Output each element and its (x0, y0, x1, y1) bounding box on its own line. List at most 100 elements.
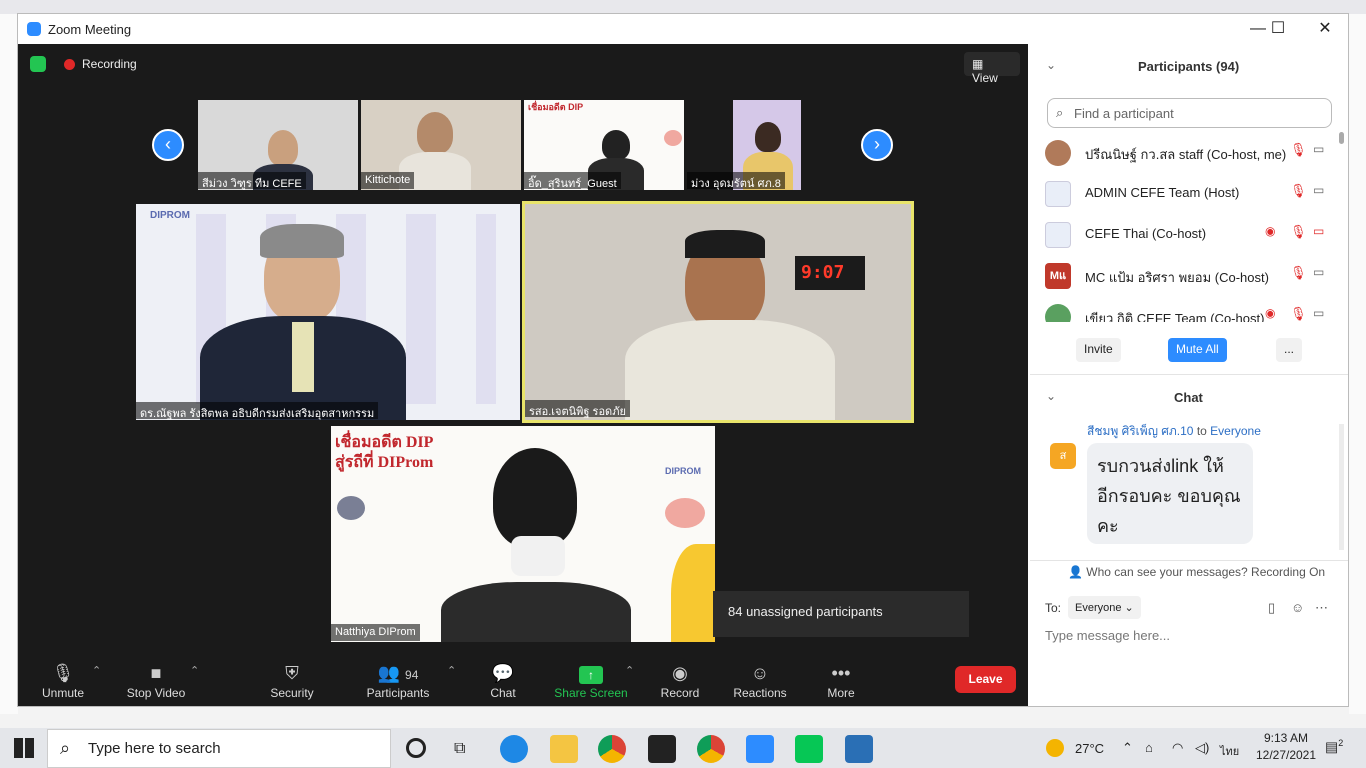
cortana-icon[interactable] (406, 738, 426, 758)
participants-button[interactable]: 👥 94 Participants (353, 660, 443, 700)
participants-more-button[interactable]: ... (1276, 338, 1303, 362)
participant-row[interactable]: ปรีณนิษฐ์ กว.สล staff (Co-host, me) 🎙 ▭ (1045, 138, 1335, 166)
banner-line2: สู่รถีที่ DIProm (335, 454, 434, 471)
close-button[interactable]: ✕ (1305, 18, 1345, 40)
clock-time[interactable]: 9:13 AM (1256, 731, 1316, 745)
record-button[interactable]: ◉ Record (635, 660, 725, 700)
video-camera-icon[interactable]: ▭ (1313, 183, 1324, 197)
background-window-left (0, 14, 18, 714)
volume-icon[interactable]: ◁) (1195, 740, 1209, 756)
participant-name-tag: Kittichote (361, 172, 415, 189)
gallery-tile[interactable]: Kittichote (361, 100, 521, 190)
video-camera-icon[interactable]: ▭ (1313, 142, 1324, 156)
network-icon[interactable]: ⌂ (1145, 740, 1153, 755)
participant-row[interactable]: Mแ MC แป้ม อริศรา พยอม (Co-host) 🎙 ▭ (1045, 261, 1335, 289)
share-options-caret[interactable]: ⌃ (625, 664, 634, 677)
mute-all-button[interactable]: Mute All (1168, 338, 1227, 362)
view-button[interactable]: ▦ View (964, 52, 1020, 85)
sticky-notes-icon[interactable] (648, 735, 676, 763)
security-button[interactable]: ⛨ Security (247, 660, 337, 700)
participant-name-tag: อิ๊ด_สุรินทร์_Guest (524, 172, 621, 190)
chat-visibility-notice[interactable]: 👤 Who can see your messages? Recording O… (1068, 565, 1325, 579)
recording-dot-icon (64, 59, 75, 70)
gallery-tile[interactable]: เชื่อมอดีต DIP อิ๊ด_สุรินทร์_Guest (524, 100, 684, 190)
chat-scrollbar[interactable] (1339, 424, 1344, 550)
windows-start-icon[interactable] (14, 738, 34, 758)
chat-button[interactable]: 💬 Chat (458, 660, 548, 700)
people-icon: 👤 (1068, 565, 1083, 579)
emoji-icon[interactable]: ☺ (1291, 600, 1304, 615)
recording-label: Recording (82, 57, 137, 71)
participants-icon: 👥 94 (377, 663, 419, 683)
recording-dot-icon: ◉ (1265, 306, 1276, 320)
tray-caret-icon[interactable]: ⌃ (1122, 740, 1133, 756)
share-screen-label: Share Screen (554, 686, 628, 700)
muted-mic-icon[interactable]: 🎙 (1290, 142, 1307, 158)
participant-row[interactable]: เขียว กิติ CEFE Team (Co-host) ◉ 🎙 ▭ (1045, 302, 1335, 322)
input-language[interactable]: ไทย (1220, 742, 1239, 760)
notifications-icon[interactable]: ▤2 (1325, 738, 1343, 756)
gallery-prev-button[interactable]: ‹ (152, 129, 184, 161)
record-label: Record (660, 686, 700, 700)
chat-sender[interactable]: สีชมพู ศิริเพ็ญ ศภ.10 (1087, 424, 1193, 438)
participant-row[interactable]: CEFE Thai (Co-host) ◉ 🎙 ▭ (1045, 220, 1335, 248)
chat-input[interactable]: Type message here... (1045, 628, 1170, 643)
clock-date[interactable]: 12/27/2021 (1253, 748, 1319, 762)
participant-name: CEFE Thai (Co-host) (1085, 226, 1207, 241)
chrome-profile-icon[interactable] (697, 735, 725, 763)
share-screen-button[interactable]: ↑ Share Screen (546, 660, 636, 700)
zoom-taskbar-icon[interactable] (746, 735, 774, 763)
wifi-icon[interactable]: ◠ (1172, 740, 1183, 756)
participants-count: 94 (405, 668, 419, 682)
photos-icon[interactable] (845, 735, 873, 763)
chat-recipient[interactable]: Everyone (1210, 424, 1261, 438)
search-icon: ⌕ (1056, 105, 1064, 120)
taskbar-search-input[interactable]: ⌕ Type here to search (47, 729, 391, 768)
file-explorer-icon[interactable] (550, 735, 578, 763)
gallery-tile[interactable]: ม่วง อุดมรัตน์ ศภ.8 (687, 100, 847, 190)
task-view-icon[interactable]: ⧉ (454, 740, 465, 758)
collapse-chat-icon[interactable]: ⌄ (1046, 389, 1056, 403)
edge-icon[interactable] (500, 735, 528, 763)
reactions-button[interactable]: ☺ Reactions (715, 660, 805, 700)
video-tile[interactable]: เชื่อมอดีต DIP สู่รถีที่ DIProm DIPROM N… (331, 426, 715, 642)
audio-options-caret[interactable]: ⌃ (92, 664, 101, 677)
gallery-tile[interactable]: สีม่วง วิฑูร ทีม CEFE (198, 100, 358, 190)
gallery-next-button[interactable]: › (861, 129, 893, 161)
video-options-caret[interactable]: ⌃ (190, 664, 199, 677)
video-camera-icon: ■ (150, 663, 162, 683)
stop-video-button[interactable]: ■ Stop Video (111, 660, 201, 700)
invite-button[interactable]: Invite (1076, 338, 1121, 362)
video-off-icon[interactable]: ▭ (1313, 224, 1324, 238)
muted-mic-icon[interactable]: 🎙 (1290, 306, 1307, 322)
video-camera-icon[interactable]: ▭ (1313, 265, 1324, 279)
chat-recipient-value: Everyone (1075, 602, 1122, 614)
chat-to-word: to (1196, 424, 1207, 438)
more-button[interactable]: ••• More (796, 660, 886, 700)
leave-button[interactable]: Leave (955, 666, 1016, 693)
chat-recipient-dropdown[interactable]: Everyone ⌄ (1068, 596, 1141, 619)
video-camera-icon[interactable]: ▭ (1313, 306, 1324, 320)
participant-search-input[interactable]: ⌕ Find a participant (1047, 98, 1332, 128)
video-tile[interactable]: DIPROM ดร.ณัฐพล รังสิตพล อธิบดีกรมส่งเสร… (136, 204, 520, 420)
muted-mic-icon[interactable]: 🎙 (1290, 224, 1307, 240)
participant-name: เขียว กิติ CEFE Team (Co-host) (1085, 311, 1265, 322)
temperature[interactable]: 27°C (1075, 741, 1104, 756)
shield-icon[interactable] (30, 56, 46, 72)
chrome-icon[interactable] (598, 735, 626, 763)
weather-icon[interactable] (1046, 739, 1064, 757)
muted-mic-icon[interactable]: 🎙 (1290, 265, 1307, 281)
line-icon[interactable] (795, 735, 823, 763)
chat-more-icon[interactable]: ⋯ (1315, 600, 1328, 616)
participant-row[interactable]: ADMIN CEFE Team (Host) 🎙 ▭ (1045, 179, 1335, 207)
zoom-logo-icon (27, 22, 41, 36)
participants-scrollbar[interactable] (1339, 132, 1344, 144)
muted-mic-icon[interactable]: 🎙 (1290, 183, 1307, 199)
participants-options-caret[interactable]: ⌃ (447, 664, 456, 677)
collapse-participants-icon[interactable]: ⌄ (1046, 58, 1056, 72)
active-speaker-tile[interactable]: 9:07 รสอ.เจตนิพิฐ รอดภัย (522, 201, 914, 423)
wall-clock: 9:07 (795, 256, 865, 290)
file-icon[interactable]: ▯ (1268, 600, 1275, 616)
maximize-button[interactable]: ☐ (1258, 18, 1298, 40)
avatar (1045, 181, 1071, 207)
